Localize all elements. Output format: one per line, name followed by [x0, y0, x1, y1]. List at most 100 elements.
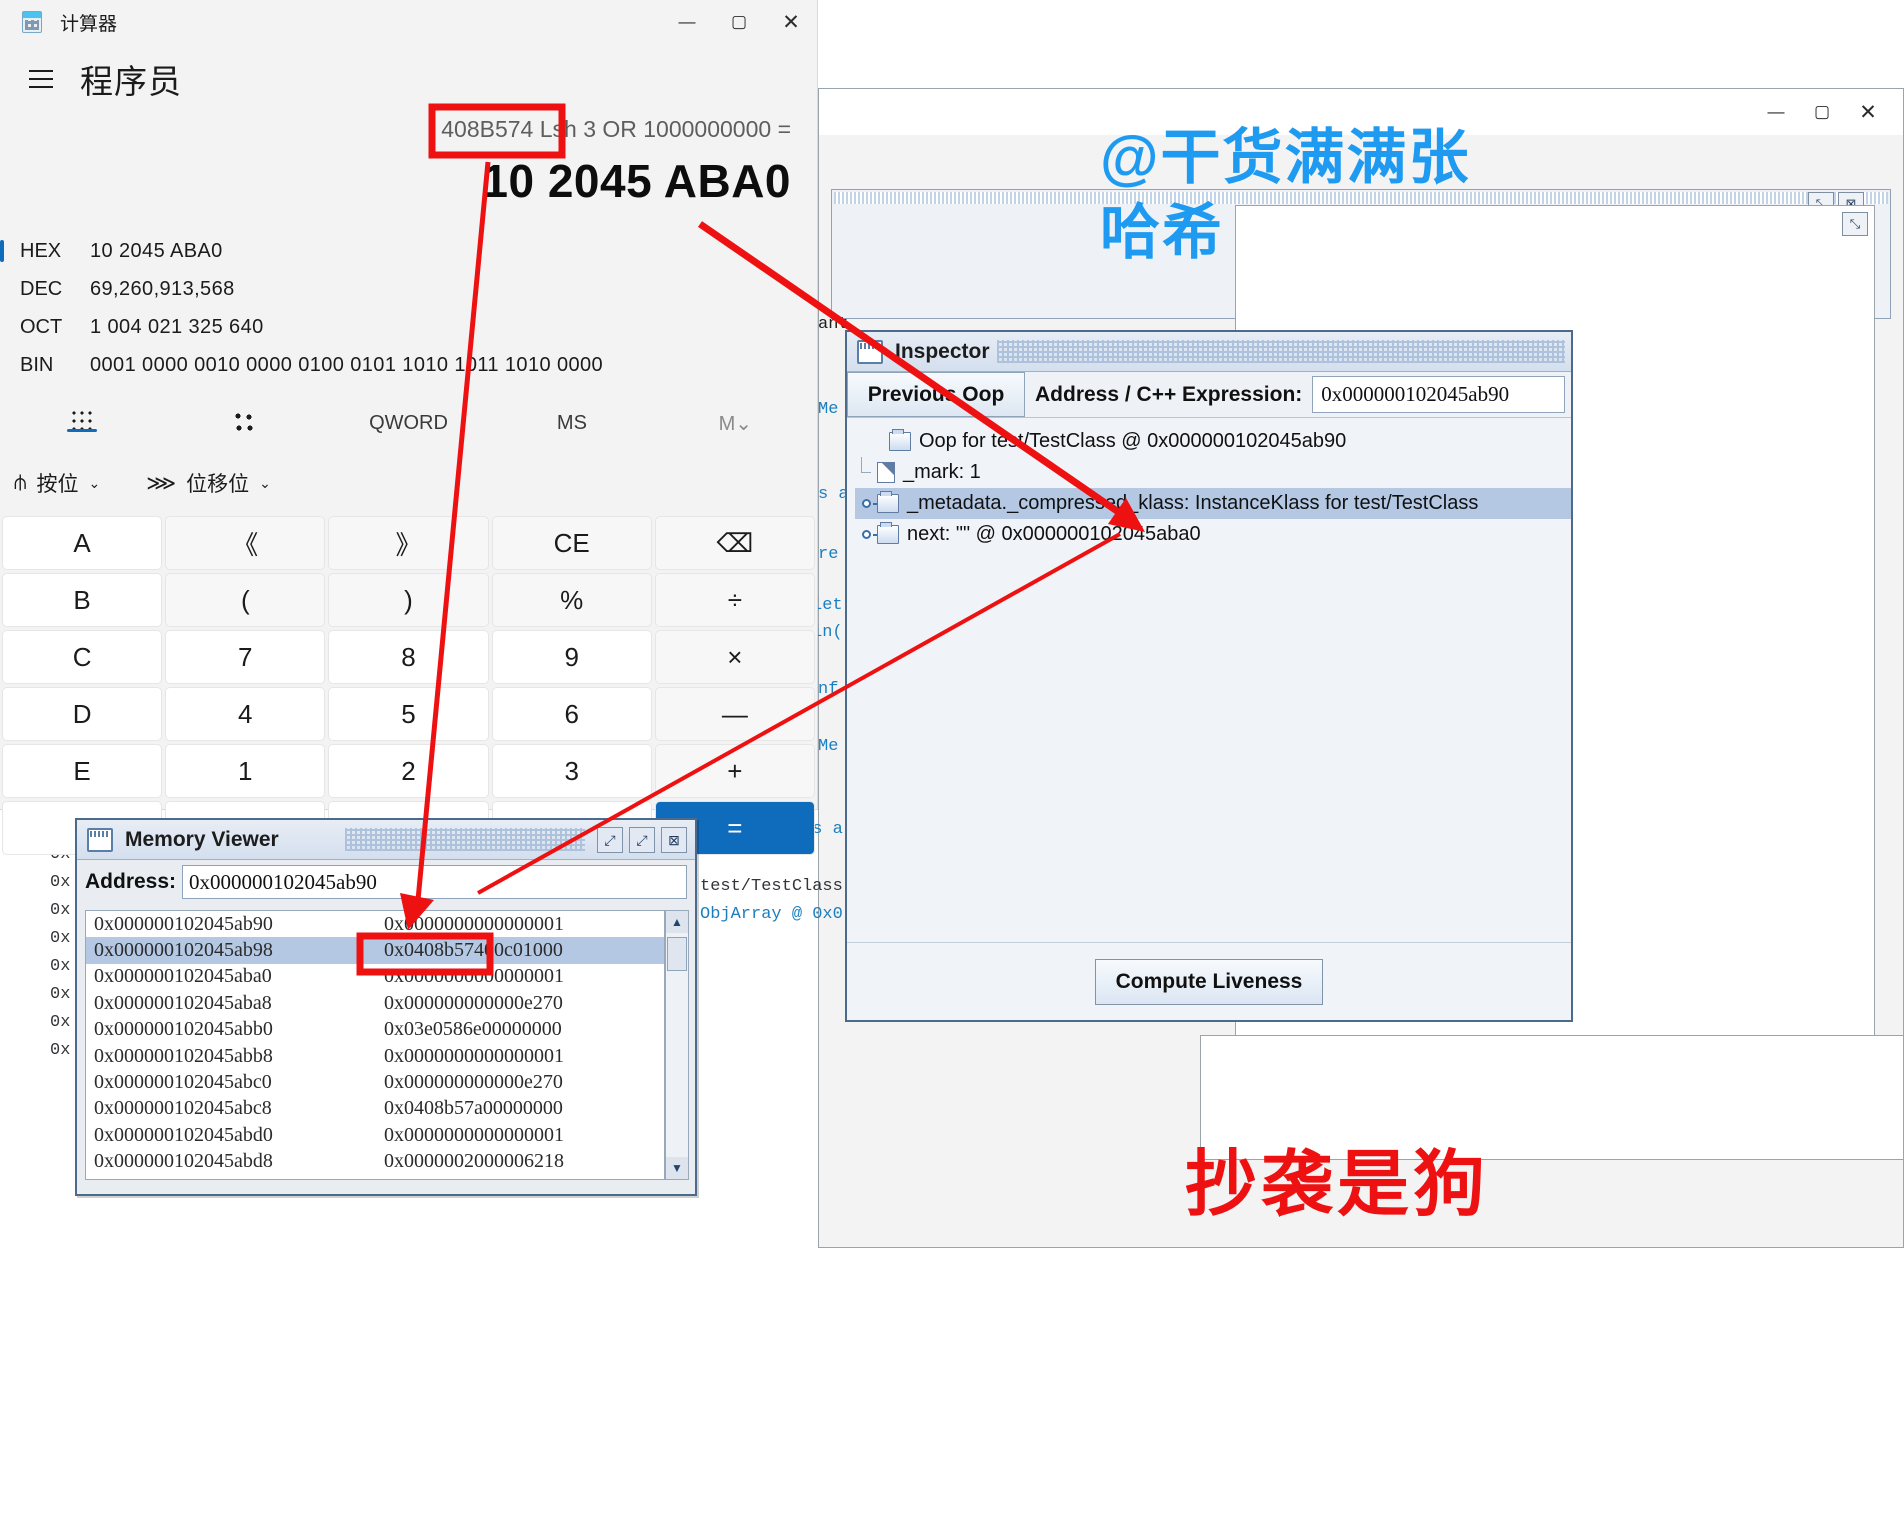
bit-toggle-glyph — [234, 412, 257, 434]
scroll-down-icon[interactable]: ▼ — [666, 1157, 688, 1179]
table-row[interactable]: 0x000000102045ab98 0x0408b57400c01000 — [86, 937, 664, 964]
key-minus[interactable]: — — [654, 687, 815, 741]
key-a[interactable]: A — [2, 516, 163, 570]
hamburger-icon[interactable] — [20, 58, 62, 100]
memory-scrollbar[interactable]: ▲ ▼ — [665, 910, 689, 1180]
memory-value-cell: 0x03e0586e00000000 — [384, 1018, 562, 1041]
expander-icon[interactable] — [855, 499, 882, 508]
expression-label: Address / C++ Expression: — [1035, 382, 1303, 406]
key-6[interactable]: 6 — [491, 687, 652, 741]
table-row[interactable]: 0x000000102045ab90 0x0000000000000001 — [86, 911, 664, 937]
expression-input[interactable]: 0x000000102045ab90 — [1312, 376, 1565, 413]
memory-value-cell: 0x0408b57400c01000 — [384, 939, 563, 962]
background-code-fragment: 0x — [50, 985, 71, 1004]
key-d[interactable]: D — [2, 687, 163, 741]
radix-value: 1 004 021 325 640 — [90, 315, 264, 338]
key-9[interactable]: 9 — [491, 630, 652, 684]
table-row[interactable]: 0x000000102045aba0 0x0000000000000001 — [86, 964, 664, 990]
scroll-up-icon[interactable]: ▲ — [666, 911, 688, 933]
radix-row-bin[interactable]: BIN 0001 0000 0010 0000 0100 0101 1010 10… — [0, 346, 817, 384]
table-row[interactable]: 0x000000102045abc8 0x0408b57a00000000 — [86, 1096, 664, 1122]
keypad-grid-glyph — [70, 410, 93, 436]
key-backspace[interactable]: ⌫ — [654, 516, 815, 570]
background-minimize-button[interactable]: — — [1753, 95, 1799, 129]
calculator-mode-bar: 程序员 — [0, 44, 817, 106]
key-percent[interactable]: % — [491, 573, 652, 627]
calculator-window-title: 计算器 — [60, 13, 118, 35]
tree-node-label: Oop for test/TestClass @ 0x000000102045a… — [919, 430, 1347, 452]
key-paren-close[interactable]: ) — [328, 573, 489, 627]
calculator-close-button[interactable]: ✕ — [765, 0, 817, 44]
key-8[interactable]: 8 — [328, 630, 489, 684]
key-7[interactable]: 7 — [165, 630, 326, 684]
tree-node-label: next: "" @ 0x000000102045aba0 — [907, 523, 1201, 545]
table-row[interactable]: 0x000000102045abd0 0x0000000000000001 — [86, 1122, 664, 1148]
background-maximize-button[interactable]: ▢ — [1799, 95, 1845, 129]
memory-table: 0x000000102045ab90 0x0000000000000001 0x00… — [85, 910, 665, 1180]
word-size-button[interactable]: QWORD — [327, 412, 490, 435]
tree-node[interactable]: next: "" @ 0x000000102045aba0 — [855, 519, 1571, 550]
radix-label: DEC — [20, 277, 63, 300]
key-multiply[interactable]: × — [654, 630, 815, 684]
bitwise-dropdown[interactable]: ⫛ 按位 ⌄ — [14, 468, 100, 498]
key-2[interactable]: 2 — [328, 744, 489, 798]
key-3[interactable]: 3 — [491, 744, 652, 798]
key-rsh[interactable]: 》 — [328, 516, 489, 570]
table-row[interactable]: 0x000000102045abd8 0x0000002000006218 — [86, 1149, 664, 1175]
background-code-fragment: 0x — [50, 1041, 71, 1060]
memory-address-cell: 0x000000102045ab90 — [94, 912, 273, 935]
memory-store-button[interactable]: MS — [490, 412, 653, 435]
memory-address-cell: 0x000000102045abd8 — [94, 1150, 273, 1173]
memory-value-cell: 0x0000002000006218 — [384, 1150, 564, 1173]
table-row[interactable]: 0x000000102045aba8 0x000000000000e270 — [86, 990, 664, 1016]
restore-button[interactable]: ⤢ — [597, 827, 623, 853]
panel2-restore-button[interactable]: ⤡ — [1842, 212, 1868, 236]
radix-row-oct[interactable]: OCT 1 004 021 325 640 — [0, 308, 817, 346]
memory-address-cell: 0x000000102045aba8 — [94, 991, 272, 1014]
memory-viewer-window: Memory Viewer ⤢ ⤢ ⊠ Address: 0x000000102… — [75, 818, 697, 1196]
background-close-button[interactable]: ✕ — [1845, 95, 1891, 129]
bitshift-label: 位移位 — [186, 473, 250, 496]
key-plus[interactable]: + — [654, 744, 815, 798]
key-lsh[interactable]: 《 — [165, 516, 326, 570]
key-4[interactable]: 4 — [165, 687, 326, 741]
calculator-maximize-button[interactable]: ▢ — [713, 0, 765, 44]
calculator-minimize-button[interactable]: — — [661, 0, 713, 44]
key-e[interactable]: E — [2, 744, 163, 798]
close-button[interactable]: ⊠ — [661, 827, 687, 853]
memory-address-cell: 0x000000102045abc0 — [94, 1071, 272, 1094]
key-5[interactable]: 5 — [328, 687, 489, 741]
keypad-dots-icon[interactable] — [0, 410, 163, 436]
scrollbar-thumb[interactable] — [667, 937, 687, 971]
tree-node[interactable]: _mark: 1 — [855, 457, 1571, 488]
tree-node-label: _mark: 1 — [903, 461, 981, 483]
expander-icon[interactable] — [855, 530, 882, 539]
radix-row-hex[interactable]: HEX 10 2045 ABA0 — [0, 232, 817, 270]
tree-node[interactable]: Oop for test/TestClass @ 0x000000102045a… — [855, 426, 1571, 457]
memory-value-cell: 0x0000000000000001 — [384, 1044, 564, 1067]
table-row[interactable]: 0x000000102045abb0 0x03e0586e00000000 — [86, 1017, 664, 1043]
radix-row-dec[interactable]: DEC 69,260,913,568 — [0, 270, 817, 308]
radix-label: HEX — [20, 239, 62, 262]
titlebar-texture — [997, 340, 1565, 363]
previous-oop-button[interactable]: Previous Oop — [847, 372, 1025, 417]
key-divide[interactable]: ÷ — [654, 573, 815, 627]
calculator-app-icon — [22, 11, 42, 33]
maximize-button[interactable]: ⤢ — [629, 827, 655, 853]
key-b[interactable]: B — [2, 573, 163, 627]
bitwise-icon: ⫛ — [14, 471, 27, 494]
table-row[interactable]: 0x000000102045abc0 0x000000000000e270 — [86, 1069, 664, 1095]
address-input[interactable]: 0x000000102045ab90 — [182, 865, 687, 899]
background-code-fragment: 0x — [50, 901, 71, 920]
bit-toggle-icon[interactable] — [163, 412, 326, 434]
memory-menu-button[interactable]: M⌄ — [654, 411, 817, 436]
table-row[interactable]: 0x000000102045abb8 0x0000000000000001 — [86, 1043, 664, 1069]
tree-node[interactable]: _metadata._compressed_klass: InstanceKla… — [855, 488, 1571, 519]
key-1[interactable]: 1 — [165, 744, 326, 798]
radix-value: 10 2045 ABA0 — [90, 239, 223, 262]
key-paren-open[interactable]: ( — [165, 573, 326, 627]
compute-liveness-button[interactable]: Compute Liveness — [1095, 958, 1323, 1005]
key-ce[interactable]: CE — [491, 516, 652, 570]
key-c[interactable]: C — [2, 630, 163, 684]
bitshift-dropdown[interactable]: ⋙ 位移位 ⌄ — [146, 468, 271, 498]
